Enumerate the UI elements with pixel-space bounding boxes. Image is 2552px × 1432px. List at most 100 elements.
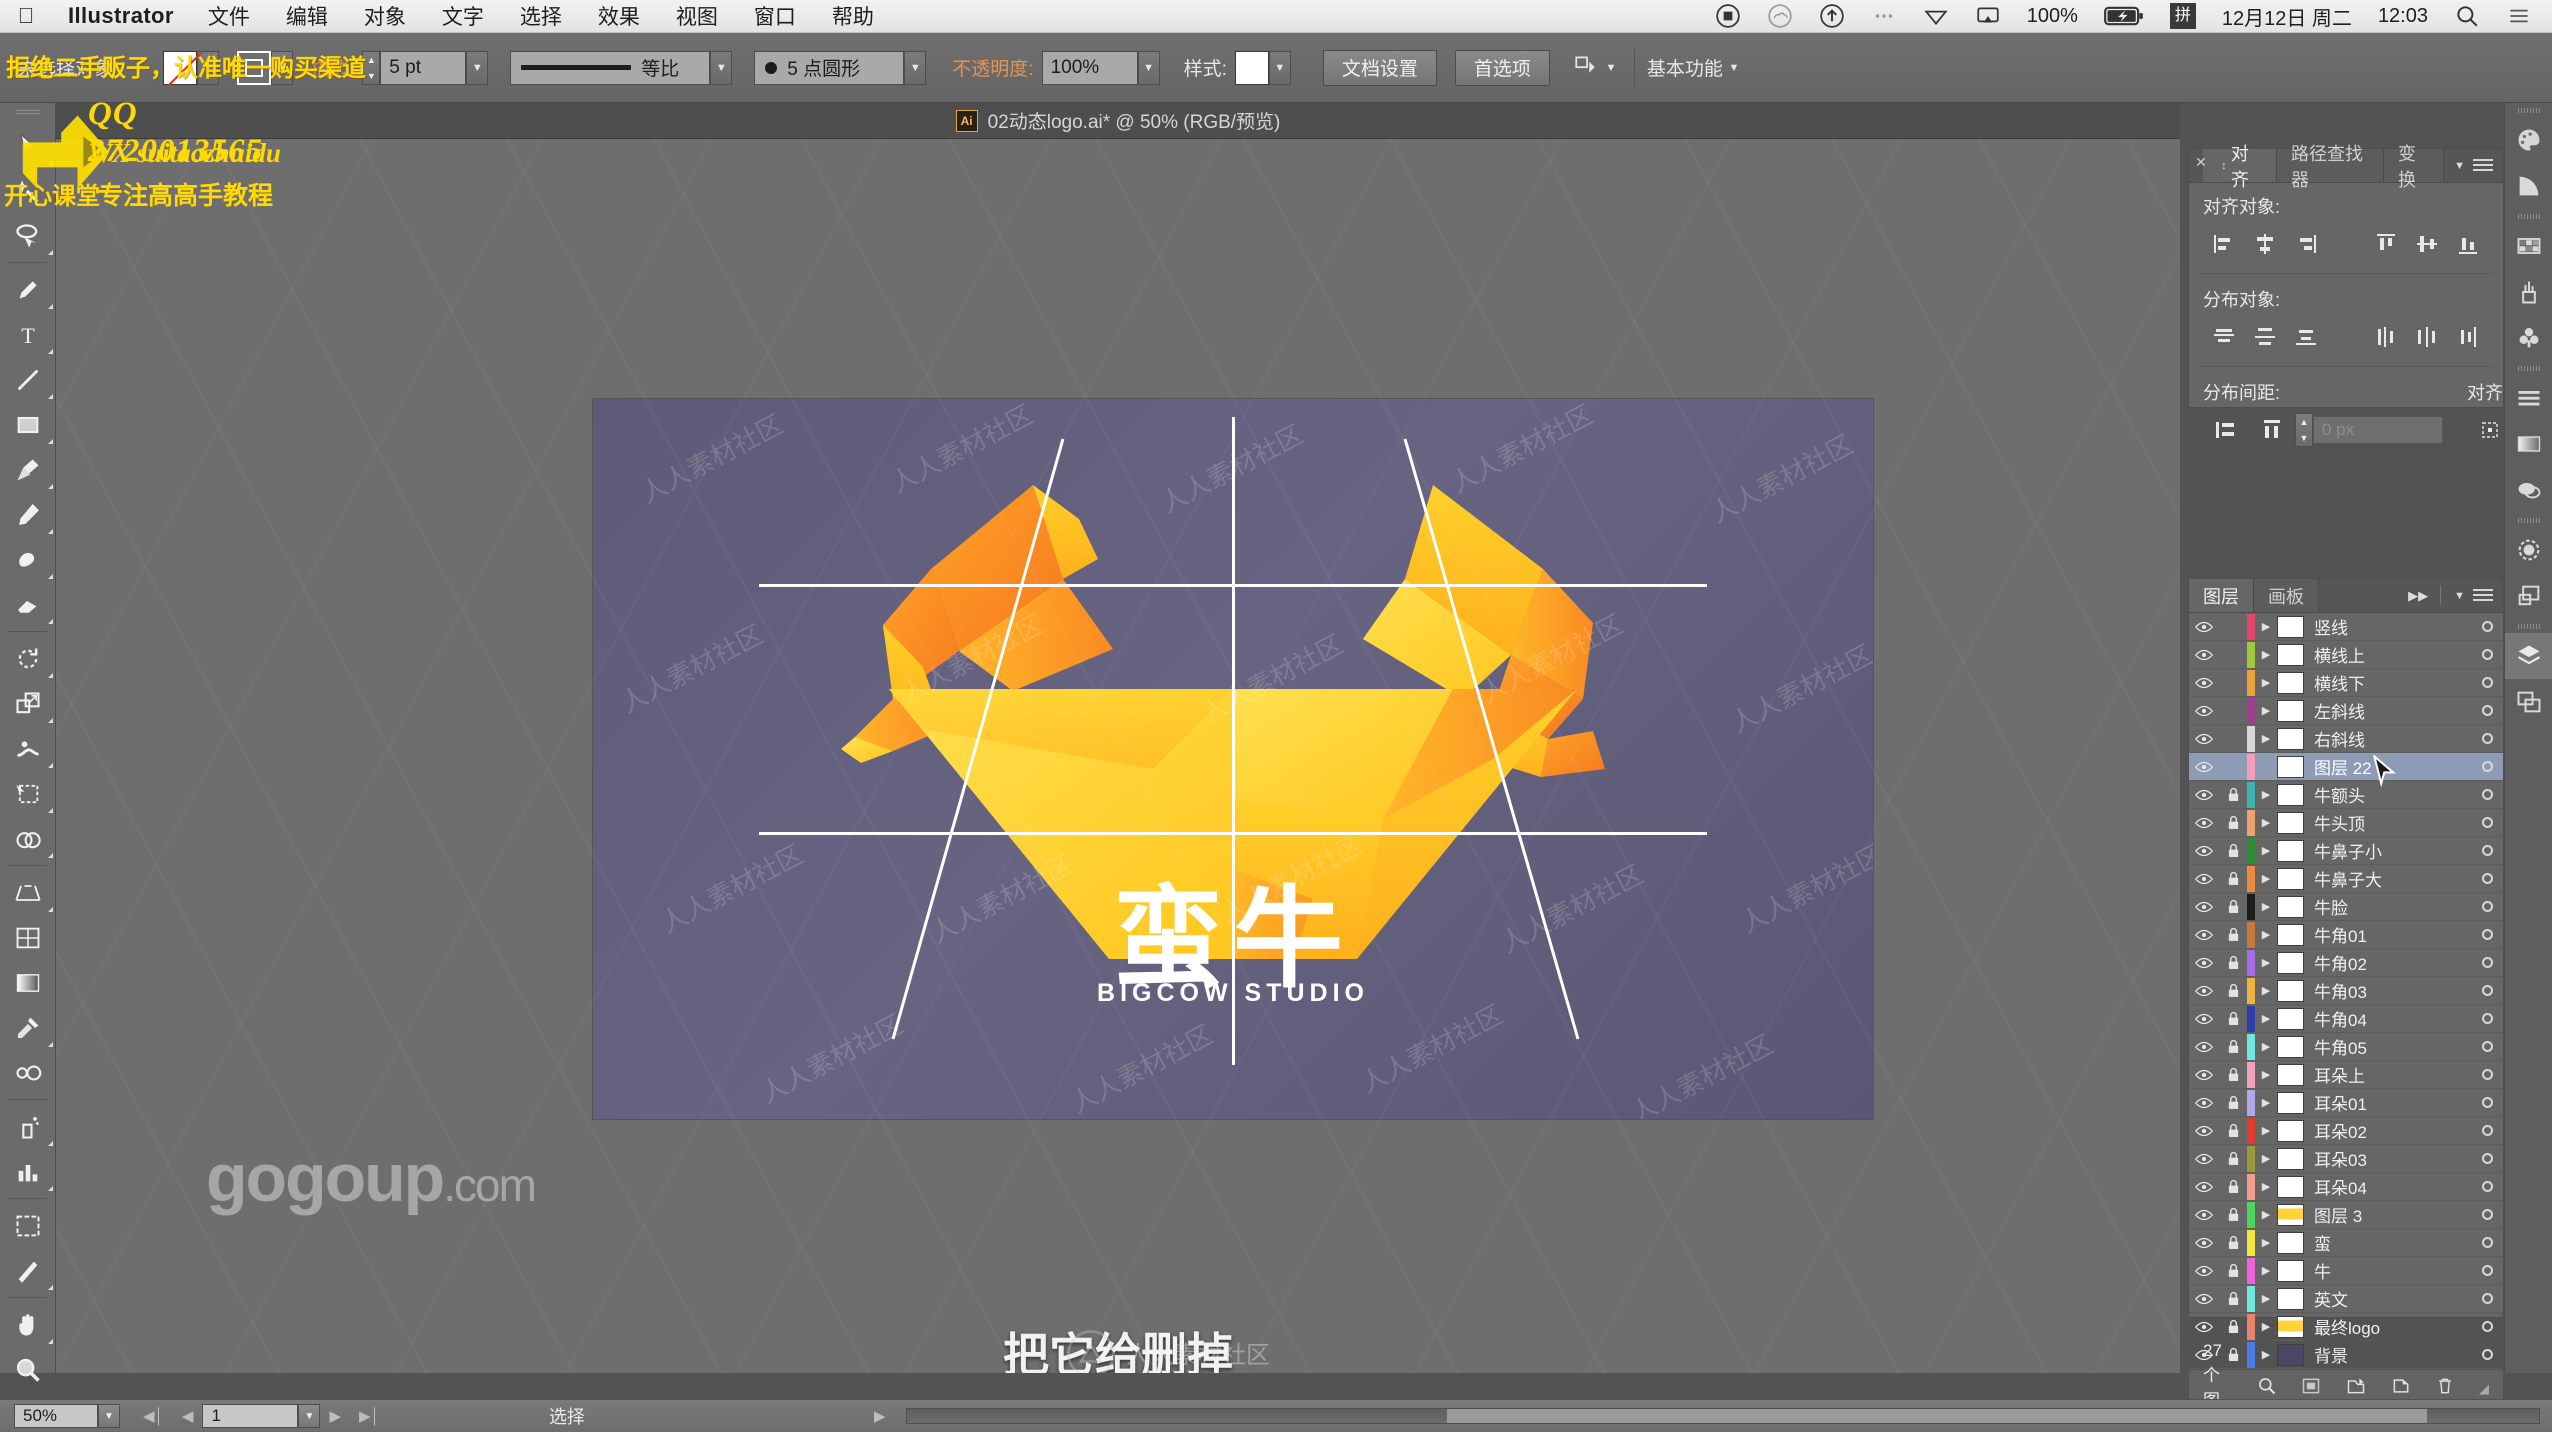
rail-grip-4[interactable] <box>2505 513 2552 527</box>
layer-target-circle-icon[interactable] <box>2471 1237 2503 1248</box>
creative-cloud-icon[interactable] <box>1754 3 1806 29</box>
workspace-switcher[interactable]: 基本功能 <box>1647 54 1723 81</box>
layer-expand-triangle-icon[interactable]: ▶ <box>2255 984 2277 997</box>
layer-visibility-eye-icon[interactable] <box>2189 620 2219 634</box>
wifi-icon[interactable] <box>1910 3 1962 29</box>
layer-expand-triangle-icon[interactable]: ▶ <box>2255 872 2277 885</box>
first-artboard-button[interactable]: ◀│ <box>134 1407 173 1425</box>
layers-panel-menu-button[interactable]: ▶▶ │ ▼ <box>2398 579 2503 612</box>
layer-lock-icon[interactable] <box>2219 787 2247 803</box>
layer-name-label[interactable]: 蛮 <box>2314 1230 2471 1255</box>
mesh-tool[interactable] <box>0 915 56 960</box>
workspace-dropdown-arrow[interactable]: ▼ <box>1723 51 1745 85</box>
layer-target-circle-icon[interactable] <box>2471 1153 2503 1164</box>
layer-target-circle-icon[interactable] <box>2471 1293 2503 1304</box>
layer-visibility-eye-icon[interactable] <box>2189 1096 2219 1110</box>
pen-tool[interactable] <box>0 267 56 312</box>
artboards-panel-icon[interactable] <box>2505 679 2552 725</box>
layer-target-circle-icon[interactable] <box>2471 1209 2503 1220</box>
layer-name-label[interactable]: 牛鼻子大 <box>2314 866 2471 891</box>
layer-expand-triangle-icon[interactable]: ▶ <box>2255 704 2277 717</box>
layer-target-circle-icon[interactable] <box>2471 901 2503 912</box>
preferences-button[interactable]: 首选项 <box>1454 49 1550 86</box>
swatches-panel-icon[interactable] <box>2505 223 2552 269</box>
magic-wand-tool[interactable] <box>0 168 56 213</box>
layer-visibility-eye-icon[interactable] <box>2189 900 2219 914</box>
menu-item-window[interactable]: 窗口 <box>736 1 814 31</box>
clock-date[interactable]: 12月12日 周二 <box>2209 2 2365 31</box>
layer-row[interactable]: ▶ 牛额头 <box>2189 781 2503 809</box>
gradient-tool[interactable] <box>0 960 56 1005</box>
transform-each-icon[interactable] <box>1572 52 1600 84</box>
layer-visibility-eye-icon[interactable] <box>2189 1320 2219 1334</box>
layer-target-circle-icon[interactable] <box>2471 1181 2503 1192</box>
type-tool[interactable]: T <box>0 312 56 357</box>
layer-row[interactable]: 图层 22 <box>2189 753 2503 781</box>
layer-visibility-eye-icon[interactable] <box>2189 1208 2219 1222</box>
layer-name-label[interactable]: 牛头顶 <box>2314 810 2471 835</box>
brush-definition-combo[interactable]: 5 点圆形 <box>754 50 905 85</box>
align-top-button[interactable] <box>2366 227 2407 261</box>
eraser-tool[interactable] <box>0 582 56 627</box>
rail-grip-5[interactable] <box>2505 619 2552 633</box>
layer-target-circle-icon[interactable] <box>2471 621 2503 632</box>
airplay-icon[interactable] <box>1962 3 2014 29</box>
layer-row[interactable]: ▶ 牛鼻子大 <box>2189 865 2503 893</box>
hand-tool[interactable] <box>0 1302 56 1347</box>
layer-visibility-eye-icon[interactable] <box>2189 1124 2219 1138</box>
layer-expand-triangle-icon[interactable]: ▶ <box>2255 1152 2277 1165</box>
layer-target-circle-icon[interactable] <box>2471 1069 2503 1080</box>
blob-brush-tool[interactable] <box>0 537 56 582</box>
layer-row[interactable]: ▶ 耳朵04 <box>2189 1173 2503 1201</box>
layer-lock-icon[interactable] <box>2219 899 2247 915</box>
layers-panel-icon[interactable] <box>2505 633 2552 679</box>
previous-artboard-button[interactable]: ◀ <box>173 1407 203 1425</box>
layer-row[interactable]: ▶ 牛脸 <box>2189 893 2503 921</box>
align-bottom-button[interactable] <box>2448 227 2489 261</box>
layer-visibility-eye-icon[interactable] <box>2189 1292 2219 1306</box>
fill-swatch[interactable] <box>163 50 198 85</box>
layers-panel-resize-handle[interactable]: ◢ <box>2479 1381 2489 1397</box>
layer-row[interactable]: ▶ 牛鼻子小 <box>2189 837 2503 865</box>
menu-item-select[interactable]: 选择 <box>502 1 580 31</box>
layer-expand-triangle-icon[interactable]: ▶ <box>2255 620 2277 633</box>
spacing-value-field[interactable]: 0 px <box>2313 416 2443 444</box>
opacity-dropdown[interactable]: ▼ <box>1137 50 1160 85</box>
layer-lock-icon[interactable] <box>2219 843 2247 859</box>
layer-name-label[interactable]: 右斜线 <box>2314 726 2471 751</box>
layer-name-label[interactable]: 牛角04 <box>2314 1006 2471 1031</box>
layer-visibility-eye-icon[interactable] <box>2189 1068 2219 1082</box>
horizontal-scrollbar-thumb[interactable] <box>1447 1409 2428 1423</box>
symbol-sprayer-tool[interactable] <box>0 1104 56 1149</box>
layer-target-circle-icon[interactable] <box>2471 817 2503 828</box>
layer-name-label[interactable]: 耳朵04 <box>2314 1174 2471 1199</box>
distribute-center-h-button[interactable] <box>2407 320 2448 354</box>
layer-name-label[interactable]: 牛角02 <box>2314 950 2471 975</box>
perspective-grid-tool[interactable] <box>0 870 56 915</box>
appearance-panel-icon[interactable] <box>2505 527 2552 573</box>
layer-target-circle-icon[interactable] <box>2471 677 2503 688</box>
layer-expand-triangle-icon[interactable]: ▶ <box>2255 676 2277 689</box>
layer-row[interactable]: ▶ 耳朵02 <box>2189 1117 2503 1145</box>
layer-name-label[interactable]: 牛脸 <box>2314 894 2471 919</box>
selection-tool[interactable] <box>0 123 56 168</box>
lasso-tool[interactable] <box>0 213 56 258</box>
layer-name-label[interactable]: 牛角05 <box>2314 1034 2471 1059</box>
layer-visibility-eye-icon[interactable] <box>2189 704 2219 718</box>
layer-expand-triangle-icon[interactable]: ▶ <box>2255 900 2277 913</box>
layer-row[interactable]: ▶ 牛头顶 <box>2189 809 2503 837</box>
layer-name-label[interactable]: 牛 <box>2314 1258 2471 1283</box>
graphic-style-dropdown[interactable]: ▼ <box>1268 50 1291 85</box>
artboard-tool[interactable] <box>0 1203 56 1248</box>
document-tab-title[interactable]: 02动态logo.ai* @ 50% (RGB/预览) <box>988 107 1281 134</box>
layer-name-label[interactable]: 耳朵01 <box>2314 1090 2471 1115</box>
distribute-top-button[interactable] <box>2203 320 2244 354</box>
layer-lock-icon[interactable] <box>2219 1123 2247 1139</box>
layer-target-circle-icon[interactable] <box>2471 705 2503 716</box>
layer-row[interactable]: ▶ 左斜线 <box>2189 697 2503 725</box>
layer-target-circle-icon[interactable] <box>2471 1041 2503 1052</box>
layer-visibility-eye-icon[interactable] <box>2189 1236 2219 1250</box>
layer-row[interactable]: ▶ 耳朵03 <box>2189 1145 2503 1173</box>
fill-dropdown-arrow[interactable]: ▼ <box>197 50 220 85</box>
layer-name-label[interactable]: 图层 22 <box>2314 754 2471 779</box>
